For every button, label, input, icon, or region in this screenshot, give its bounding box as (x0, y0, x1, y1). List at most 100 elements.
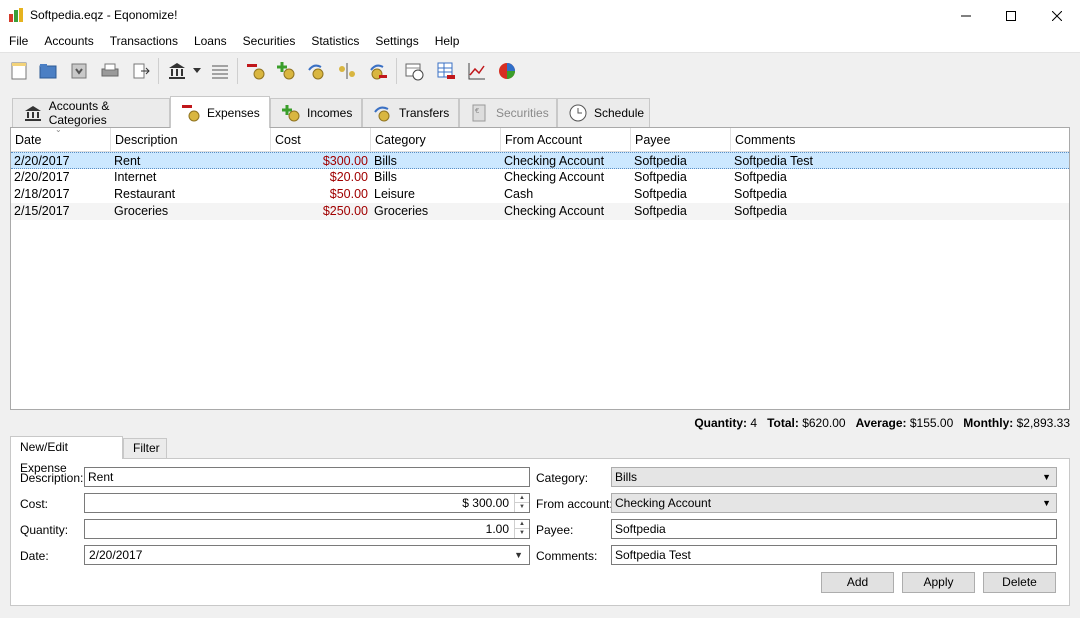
new-expense-button[interactable] (243, 58, 269, 84)
menu-help[interactable]: Help (427, 31, 468, 52)
quantity-input[interactable]: 1.00 ▲ ▼ (84, 519, 530, 539)
pie-chart-button[interactable] (494, 58, 520, 84)
categories-table-icon (437, 62, 455, 79)
export-button[interactable] (128, 58, 154, 84)
cell-description: Restaurant (114, 187, 176, 201)
category-select[interactable]: Bills ▼ (611, 467, 1057, 487)
menu-loans[interactable]: Loans (186, 31, 235, 52)
accounts-dropdown-button[interactable] (190, 58, 204, 84)
tab-accounts-categories[interactable]: Accounts & Categories (12, 98, 170, 127)
refund-button[interactable] (365, 58, 391, 84)
pie-chart-icon (499, 63, 515, 79)
cost-input[interactable]: $ 300.00 ▲ ▼ (84, 493, 530, 513)
quantity-label: Quantity: (20, 523, 69, 537)
new-transfer-button[interactable] (303, 58, 329, 84)
new-expense-icon (247, 64, 265, 80)
cell-payee: Softpedia (634, 204, 687, 218)
clock-icon (568, 104, 588, 122)
tab-schedule[interactable]: Schedule (557, 98, 650, 127)
column-header-payee[interactable]: Payee (631, 128, 731, 152)
tab-label: Accounts & Categories (48, 99, 110, 127)
categories-table-button[interactable] (433, 58, 459, 84)
tab-incomes[interactable]: Incomes (270, 98, 362, 127)
tab-label: Securities (496, 106, 549, 120)
schedule-icon (405, 63, 424, 81)
new-income-button[interactable] (273, 58, 299, 84)
spin-down-icon[interactable]: ▼ (515, 529, 529, 538)
cell-payee: Softpedia (634, 187, 687, 201)
expenses-table[interactable]: Date ⌄ Description Cost Category From Ac… (10, 126, 1070, 410)
column-header-category[interactable]: Category (371, 128, 501, 152)
line-chart-button[interactable] (464, 58, 490, 84)
refund-icon (370, 64, 387, 80)
cell-category: Groceries (374, 204, 429, 218)
spin-up-icon[interactable]: ▲ (515, 520, 529, 529)
quantity-spinner[interactable]: ▲ ▼ (514, 520, 529, 538)
column-header-from-account[interactable]: From Account (501, 128, 631, 152)
table-row[interactable]: 2/20/2017 Internet $20.00 Bills Checking… (11, 169, 1069, 186)
spin-up-icon[interactable]: ▲ (515, 494, 529, 503)
accounts-button[interactable] (164, 58, 190, 84)
menu-statistics[interactable]: Statistics (303, 31, 367, 52)
table-row[interactable]: 2/15/2017 Groceries $250.00 Groceries Ch… (11, 203, 1069, 220)
print-button[interactable] (97, 58, 123, 84)
date-picker[interactable]: 2/20/2017 ▼ (84, 545, 530, 565)
tab-expenses[interactable]: Expenses (170, 96, 270, 128)
add-button[interactable]: Add (821, 572, 894, 593)
cell-date: 2/15/2017 (14, 204, 70, 218)
line-chart-icon (468, 63, 485, 80)
open-folder-icon (39, 64, 57, 79)
balance-button[interactable] (334, 58, 360, 84)
from-account-select[interactable]: Checking Account ▼ (611, 493, 1057, 513)
cost-spinner[interactable]: ▲ ▼ (514, 494, 529, 512)
payee-input[interactable]: Softpedia (611, 519, 1057, 539)
balance-icon (339, 63, 355, 79)
maximize-button[interactable] (988, 0, 1034, 31)
menu-bar: File Accounts Transactions Loans Securit… (0, 31, 1080, 52)
ledger-icon (212, 65, 228, 79)
menu-accounts[interactable]: Accounts (36, 31, 101, 52)
cell-cost: $20.00 (329, 170, 368, 184)
tab-label: Incomes (307, 106, 353, 120)
print-icon (101, 63, 119, 77)
category-value: Bills (615, 470, 638, 484)
table-row[interactable]: 2/20/2017 Rent $300.00 Bills Checking Ac… (11, 152, 1069, 169)
tab-new-edit-expense[interactable]: New/Edit Expense (10, 436, 123, 475)
close-icon (1052, 10, 1062, 21)
minimize-icon (961, 15, 971, 16)
income-coins-icon (281, 104, 301, 122)
menu-transactions[interactable]: Transactions (102, 31, 186, 52)
minimize-button[interactable] (943, 0, 989, 31)
new-file-button[interactable] (6, 58, 32, 84)
save-button[interactable] (66, 58, 92, 84)
comments-input[interactable]: Softpedia Test (611, 545, 1057, 565)
chevron-down-icon[interactable]: ▼ (514, 546, 523, 564)
new-transfer-icon (308, 64, 324, 80)
apply-button[interactable]: Apply (902, 572, 975, 593)
spin-down-icon[interactable]: ▼ (515, 503, 529, 512)
cell-from-account: Checking Account (504, 154, 605, 168)
average-value: $155.00 (909, 416, 954, 430)
table-row[interactable]: 2/18/2017 Restaurant $50.00 Leisure Cash… (11, 186, 1069, 203)
menu-file[interactable]: File (1, 31, 36, 52)
menu-securities[interactable]: Securities (235, 31, 304, 52)
delete-button[interactable]: Delete (983, 572, 1056, 593)
close-button[interactable] (1034, 0, 1080, 31)
column-header-date[interactable]: Date ⌄ (11, 126, 111, 152)
edit-tabs: New/Edit Expense Filter (10, 436, 310, 475)
payee-label: Payee: (536, 523, 574, 537)
open-button[interactable] (35, 58, 61, 84)
column-header-comments[interactable]: Comments (731, 128, 1069, 152)
column-header-cost[interactable]: Cost (271, 128, 371, 152)
tab-securities[interactable]: € Securities (459, 98, 557, 127)
column-header-description[interactable]: Description (111, 128, 271, 152)
tab-transfers[interactable]: Transfers (362, 98, 459, 127)
tab-filter[interactable]: Filter (123, 438, 167, 459)
menu-settings[interactable]: Settings (367, 31, 426, 52)
ledger-button[interactable] (207, 58, 233, 84)
cell-comments: Softpedia (734, 204, 787, 218)
cost-label: Cost: (20, 497, 49, 511)
cost-value: $ 300.00 (462, 496, 509, 510)
schedule-button[interactable] (401, 58, 427, 84)
description-input[interactable]: Rent (84, 467, 530, 487)
